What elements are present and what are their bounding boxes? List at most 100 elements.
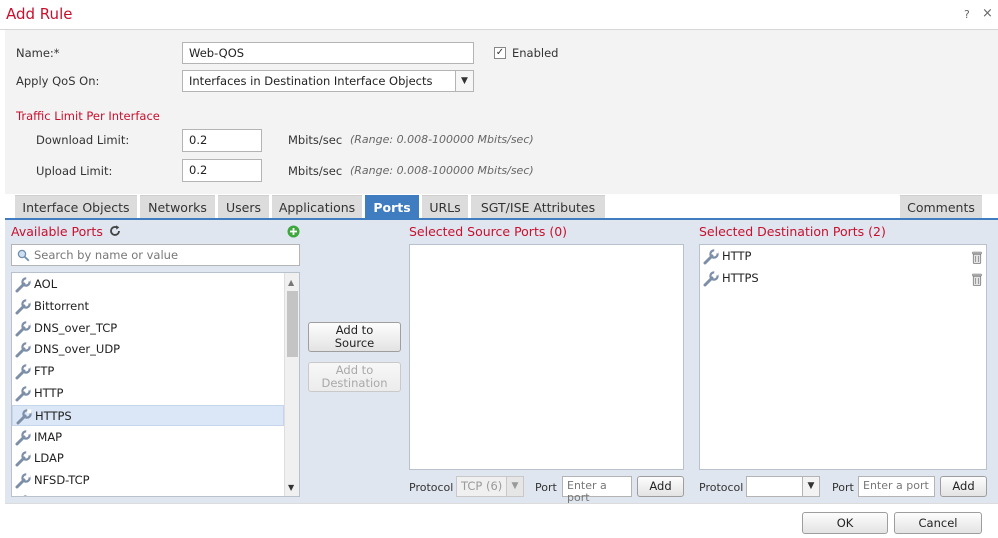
tab-sgt-ise-attributes[interactable]: SGT/ISE Attributes xyxy=(471,195,605,218)
list-item[interactable]: Bittorrent xyxy=(12,296,282,317)
list-item-label: Bittorrent xyxy=(34,298,90,313)
wrench-icon xyxy=(15,409,33,425)
list-item[interactable]: DNS_over_UDP xyxy=(12,339,282,360)
tab-users[interactable]: Users xyxy=(218,195,269,218)
list-item[interactable]: FTP xyxy=(12,361,282,382)
add-to-source-label-2: Source xyxy=(334,336,375,350)
list-item[interactable]: HTTP xyxy=(12,383,282,404)
wrench-icon xyxy=(14,429,32,446)
ok-button[interactable]: OK xyxy=(802,512,888,534)
search-placeholder: Search by name or value xyxy=(34,248,179,262)
add-to-destination-button[interactable]: Add to Destination xyxy=(308,362,401,392)
wrench-icon xyxy=(14,364,32,380)
list-item-label: HTTP xyxy=(34,386,64,400)
name-input[interactable]: Web-QOS xyxy=(182,42,474,64)
trash-icon[interactable] xyxy=(972,250,982,264)
scroll-thumb[interactable] xyxy=(287,291,298,357)
help-button[interactable]: ? xyxy=(964,8,970,21)
list-item-label: DNS_over_TCP xyxy=(34,320,118,335)
wrench-icon xyxy=(14,342,32,358)
enabled-label: Enabled xyxy=(512,46,559,60)
list-item-label: NFSD-UDP xyxy=(34,492,94,496)
upload-range-hint: (Range: 0.008-100000 Mbits/sec) xyxy=(350,164,534,177)
list-item-label: FTP xyxy=(34,364,55,379)
source-protocol-label: Protocol xyxy=(409,481,454,494)
list-item[interactable]: IMAP xyxy=(12,427,282,448)
list-item-label: IMAP xyxy=(34,429,63,444)
apply-qos-select[interactable]: Interfaces in Destination Interface Obje… xyxy=(182,70,474,92)
list-item-label: AOL xyxy=(34,277,58,291)
tab-networks[interactable]: Networks xyxy=(140,195,215,218)
upload-limit-input[interactable]: 0.2 xyxy=(182,159,262,182)
list-item[interactable]: HTTPS xyxy=(12,404,284,426)
scroll-up-arrow[interactable]: ▲ xyxy=(288,278,294,287)
list-item-label: HTTP xyxy=(722,249,752,263)
enabled-checkbox[interactable]: ✓ xyxy=(494,47,506,59)
dialog-title: Add Rule xyxy=(6,5,73,23)
download-range-hint: (Range: 0.008-100000 Mbits/sec) xyxy=(350,133,534,146)
wrench-icon xyxy=(14,277,32,293)
list-item[interactable]: NFSD-UDP xyxy=(12,492,282,496)
apply-qos-value: Interfaces in Destination Interface Obje… xyxy=(189,74,433,88)
add-circle-icon[interactable] xyxy=(287,225,300,238)
list-item-label: HTTPS xyxy=(722,271,759,285)
list-item-label: LDAP xyxy=(34,451,64,466)
tab-urls[interactable]: URLs xyxy=(422,195,468,218)
upload-unit: Mbits/sec xyxy=(288,164,343,178)
footer-divider xyxy=(5,503,998,504)
list-item-label: DNS_over_UDP xyxy=(34,342,121,357)
source-port-label: Port xyxy=(535,481,557,494)
download-unit: Mbits/sec xyxy=(288,133,343,147)
chevron-down-icon: ▼ xyxy=(455,71,473,91)
available-list-scrollbar[interactable]: ▲ ▼ xyxy=(284,273,299,496)
selected-destination-ports-heading: Selected Destination Ports (2) xyxy=(699,224,886,239)
chevron-down-icon: ▼ xyxy=(802,477,819,496)
selected-source-ports-heading: Selected Source Ports (0) xyxy=(409,224,568,239)
upload-limit-label: Upload Limit: xyxy=(36,164,113,178)
list-item[interactable]: HTTP xyxy=(700,246,984,267)
add-to-source-button[interactable]: Add to Source xyxy=(308,322,401,352)
list-item-label: HTTPS xyxy=(35,408,72,423)
traffic-limit-heading: Traffic Limit Per Interface xyxy=(16,109,160,123)
apply-qos-label: Apply QoS On: xyxy=(16,74,100,88)
wrench-icon xyxy=(14,299,32,315)
available-ports-heading: Available Ports xyxy=(11,224,103,239)
source-protocol-value: TCP (6) xyxy=(461,479,503,493)
destination-ports-list[interactable]: HTTP HTTPS xyxy=(699,244,987,470)
wrench-icon xyxy=(14,451,32,467)
tab-interface-objects[interactable]: Interface Objects xyxy=(15,195,137,218)
wrench-icon xyxy=(14,320,32,337)
destination-add-button[interactable]: Add xyxy=(940,476,987,497)
list-item[interactable]: AOL xyxy=(12,274,282,295)
close-button[interactable]: × xyxy=(982,6,993,21)
add-to-source-label-1: Add to xyxy=(335,323,374,337)
list-item[interactable]: NFSD-TCP xyxy=(12,470,282,491)
trash-icon[interactable] xyxy=(972,272,982,286)
tab-ports[interactable]: Ports xyxy=(365,195,419,218)
scroll-down-arrow[interactable]: ▼ xyxy=(288,483,294,492)
destination-port-label: Port xyxy=(832,481,854,494)
list-item[interactable]: DNS_over_TCP xyxy=(12,318,282,339)
name-label: Name:* xyxy=(16,46,60,60)
wrench-icon xyxy=(702,249,720,265)
download-limit-input[interactable]: 0.2 xyxy=(182,129,262,152)
tab-comments[interactable]: Comments xyxy=(900,195,982,218)
destination-protocol-select[interactable]: ▼ xyxy=(746,476,820,497)
chevron-down-icon: ▼ xyxy=(506,477,523,496)
source-ports-list[interactable] xyxy=(409,244,684,470)
list-item[interactable]: LDAP xyxy=(12,448,282,469)
source-port-input[interactable]: Enter a port xyxy=(562,476,632,504)
list-item[interactable]: HTTPS xyxy=(700,268,984,289)
destination-port-input[interactable]: Enter a port xyxy=(858,476,935,497)
destination-protocol-label: Protocol xyxy=(699,481,744,494)
tab-applications[interactable]: Applications xyxy=(272,195,362,218)
search-field[interactable]: Search by name or value xyxy=(11,244,300,266)
available-ports-list[interactable]: AOL Bittorrent DNS_over_TCP DNS_over_UDP FTP… xyxy=(11,272,300,497)
add-to-destination-label-1: Add to xyxy=(335,363,374,377)
list-item-label: NFSD-TCP xyxy=(34,473,90,488)
source-protocol-select[interactable]: TCP (6) ▼ xyxy=(456,476,524,497)
source-add-button[interactable]: Add xyxy=(637,476,684,497)
wrench-icon xyxy=(14,473,32,489)
refresh-icon[interactable] xyxy=(108,224,122,238)
cancel-button[interactable]: Cancel xyxy=(894,512,982,534)
